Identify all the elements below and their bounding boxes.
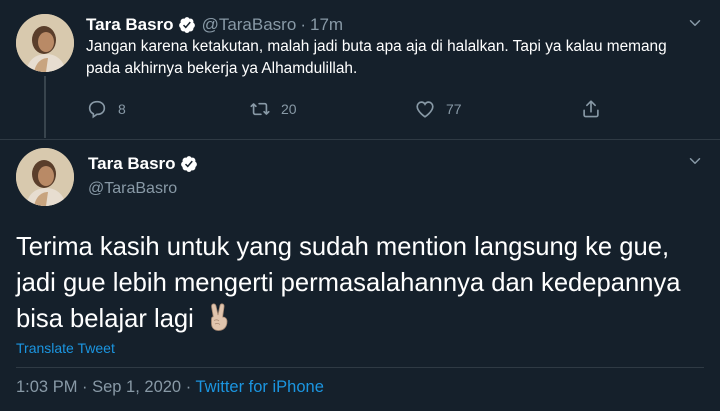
chevron-down-icon[interactable] [686,152,704,170]
like-count: 77 [446,101,462,117]
tweet-actions: 8 20 77 [86,98,626,124]
avatar[interactable] [16,148,74,206]
handle[interactable]: @TaraBasro [202,15,297,35]
display-name[interactable]: Tara Basro [88,154,176,174]
timestamp[interactable]: 1:03 PM · Sep 1, 2020 · [16,378,191,396]
separator: · [300,15,306,34]
source-link[interactable]: Twitter for iPhone [195,378,323,396]
reply-icon [88,100,106,119]
time[interactable]: 17m [310,15,343,35]
victory-hand-emoji [211,303,228,331]
share-icon [583,100,599,118]
main-header: Tara Basro [88,154,198,174]
display-name[interactable]: Tara Basro [86,15,174,35]
tweet-footer: 1:03 PM · Sep 1, 2020 · Twitter for iPho… [16,378,324,397]
retweet-button[interactable]: 20 [249,98,297,120]
like-icon [416,101,434,118]
reply-count: 8 [118,101,126,117]
verified-badge-icon [178,17,195,33]
chevron-down-icon[interactable] [686,14,704,32]
like-button[interactable]: 77 [414,98,462,120]
handle[interactable]: @TaraBasro [88,180,177,198]
divider [0,139,720,140]
retweet-count: 20 [281,101,297,117]
reply-button[interactable]: 8 [86,98,126,120]
divider [16,367,704,368]
reply-header: Tara Basro @TaraBasro · 17m [86,15,343,35]
reply-text: Jangan karena ketakutan, malah jadi buta… [86,38,667,77]
tweet-text: Terima kasih untuk yang sudah mention la… [16,229,706,337]
verified-badge-icon [180,156,197,172]
translate-tweet-link[interactable]: Translate Tweet [16,340,115,356]
retweet-icon [250,102,270,116]
tweet-text-content: Terima kasih untuk yang sudah mention la… [16,233,681,333]
avatar[interactable] [16,14,74,72]
thread-line [44,76,46,138]
share-button[interactable] [580,98,602,120]
